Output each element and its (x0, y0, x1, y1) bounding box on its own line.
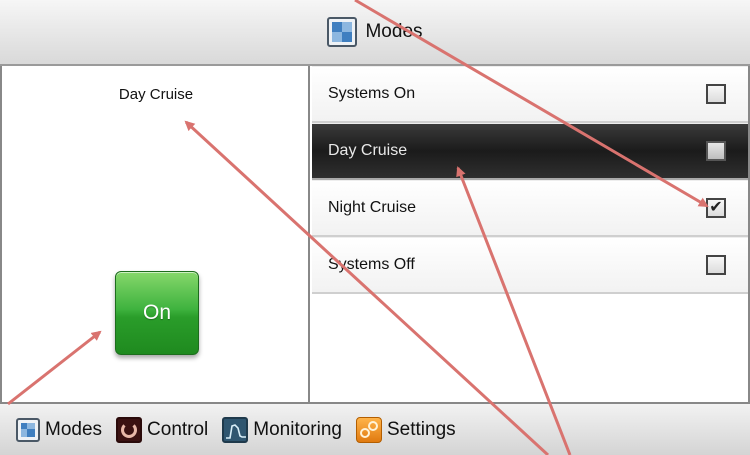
current-mode-label: Day Cruise (118, 86, 194, 103)
mode-label: Systems On (328, 85, 416, 102)
tab-label: Modes (45, 418, 103, 440)
checkmark-icon: ✔ (709, 199, 723, 216)
tab-label: Control (147, 418, 209, 440)
mode-label: Systems Off (328, 256, 415, 273)
header-bar: Modes (0, 0, 750, 66)
mode-label: Night Cruise (328, 199, 417, 216)
mode-checkbox[interactable] (706, 141, 726, 161)
mode-checkbox[interactable] (706, 84, 726, 104)
mode-label: Day Cruise (328, 142, 408, 159)
tab-label: Settings (387, 418, 456, 440)
tab-monitoring[interactable]: Monitoring (222, 416, 342, 443)
mode-checkbox[interactable]: ✔ (706, 198, 726, 218)
mode-status-panel: Day Cruise On (0, 66, 310, 402)
mode-checkbox[interactable] (706, 255, 726, 275)
tab-modes[interactable]: Modes (16, 417, 103, 442)
tab-control[interactable]: Control (116, 416, 209, 443)
mode-row-systems-on[interactable]: Systems On (312, 66, 748, 123)
modes-grid-icon (16, 417, 40, 442)
tab-label: Monitoring (253, 418, 342, 440)
mode-row-systems-off[interactable]: Systems Off (312, 237, 748, 294)
mode-row-night-cruise[interactable]: Night Cruise ✔ (312, 180, 748, 237)
control-icon (116, 416, 143, 443)
tab-settings[interactable]: Settings (356, 416, 456, 443)
page-title: Modes (365, 21, 423, 42)
power-on-button[interactable]: On (115, 271, 199, 355)
mode-row-day-cruise[interactable]: Day Cruise (312, 123, 748, 180)
modes-grid-icon (327, 17, 358, 47)
monitoring-icon (222, 416, 249, 443)
settings-icon (356, 416, 382, 443)
bottom-nav: Modes Control Monitoring Settings (0, 402, 750, 455)
mode-list: Systems On Day Cruise Night Cruise ✔ Sys… (310, 66, 750, 402)
